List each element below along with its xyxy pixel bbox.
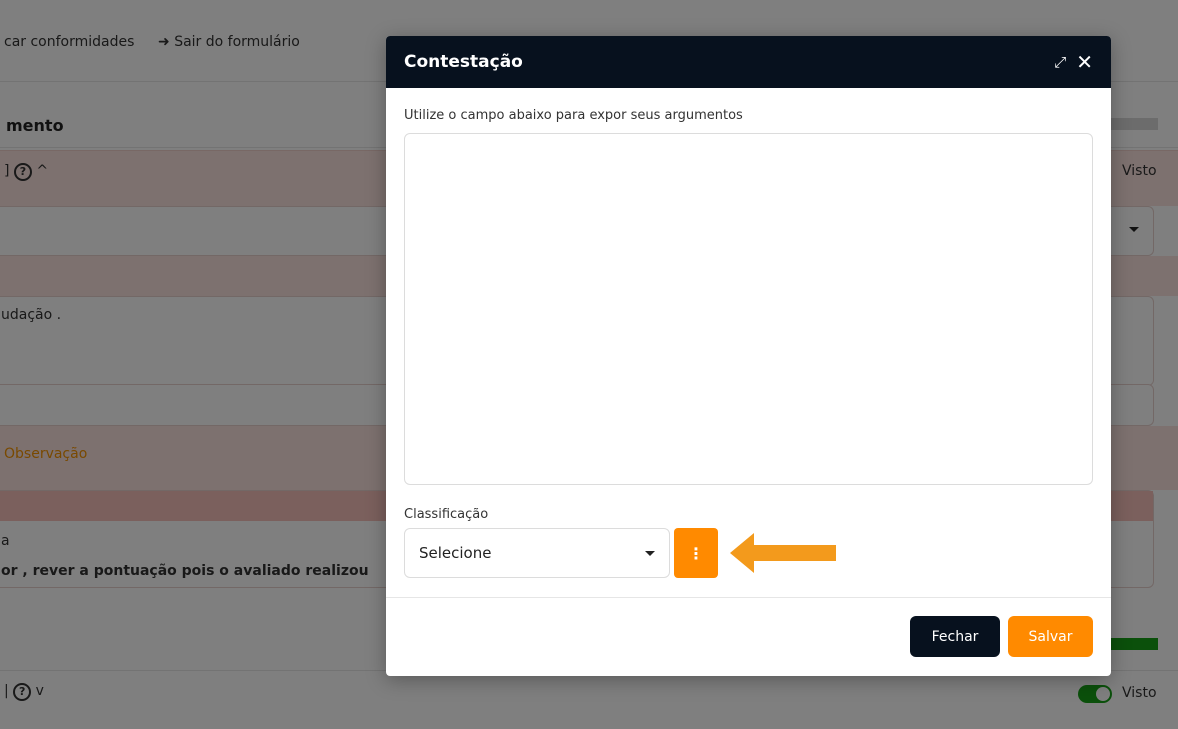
classification-select[interactable]: Selecione — [404, 528, 670, 578]
classification-label: Classificação — [404, 507, 489, 522]
more-vertical-icon: ⋮ — [688, 543, 704, 563]
expand-button[interactable]: ⤢ — [1054, 53, 1066, 71]
expand-icon: ⤢ — [1054, 53, 1067, 71]
classification-row: Selecione ⋮ — [404, 528, 1093, 578]
modal-footer: Fechar Salvar — [910, 616, 1093, 657]
close-button[interactable]: Fechar — [910, 616, 1000, 657]
arguments-textarea[interactable] — [404, 133, 1093, 485]
save-button[interactable]: Salvar — [1008, 616, 1093, 657]
modal-body: Utilize o campo abaixo para expor seus a… — [386, 108, 1111, 578]
caret-down-icon — [645, 550, 655, 556]
contestacao-modal: Contestação ⤢ ✕ Utilize o campo abaixo p… — [386, 36, 1111, 676]
modal-title: Contestação — [404, 52, 523, 72]
arguments-label: Utilize o campo abaixo para expor seus a… — [404, 108, 743, 123]
arrow-left-icon — [730, 533, 836, 573]
modal-header: Contestação ⤢ ✕ — [386, 36, 1111, 88]
classification-options-button[interactable]: ⋮ — [674, 528, 718, 578]
close-modal-button[interactable]: ✕ — [1076, 50, 1093, 74]
footer-divider — [386, 597, 1111, 598]
classification-select-value: Selecione — [419, 544, 492, 562]
close-icon: ✕ — [1076, 50, 1093, 74]
